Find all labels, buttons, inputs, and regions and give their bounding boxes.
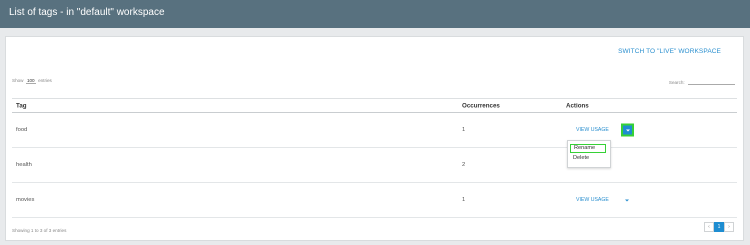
page-title: List of tags - in "default" workspace [9, 7, 165, 18]
delete-menu-item[interactable]: Delete [570, 154, 606, 162]
tags-table: Tag Occurrences Actions food 1 VIEW USAG… [12, 98, 737, 218]
search-label: Search: [668, 80, 685, 85]
search-control: Search: [669, 78, 735, 85]
pagination: ‹ 1 › [704, 222, 734, 232]
show-entries-prefix: Show [12, 78, 24, 83]
tag-name: food [16, 127, 28, 133]
search-input[interactable] [688, 78, 735, 85]
view-usage-button[interactable]: VIEW USAGE [576, 197, 609, 203]
tags-panel: SWITCH TO "LIVE" WORKSPACE Show 100 entr… [5, 36, 744, 241]
table-info: Showing 1 to 3 of 3 entries [12, 228, 67, 233]
occurrence-count: 2 [462, 162, 466, 168]
top-header-bar: List of tags - in "default" workspace [0, 0, 750, 28]
actions-dropdown-toggle[interactable] [622, 196, 631, 205]
actions-dropdown-menu: Rename Delete [567, 140, 611, 168]
tag-name: movies [16, 197, 35, 203]
column-header-actions: Actions [566, 102, 589, 109]
table-row: food 1 VIEW USAGE [12, 113, 737, 148]
view-usage-button[interactable]: VIEW USAGE [576, 127, 609, 133]
actions-dropdown-toggle[interactable] [621, 123, 634, 137]
occurrence-count: 1 [462, 197, 466, 203]
pagination-next-button[interactable]: › [724, 222, 734, 232]
caret-down-icon [624, 199, 629, 201]
rename-menu-item[interactable]: Rename [570, 144, 606, 153]
occurrence-count: 1 [462, 127, 466, 133]
caret-down-icon [625, 129, 630, 131]
pagination-page-1[interactable]: 1 [714, 222, 724, 232]
column-header-tag[interactable]: Tag [16, 102, 27, 109]
table-row: movies 1 VIEW USAGE [12, 183, 737, 218]
table-header-row: Tag Occurrences Actions [12, 98, 737, 113]
switch-workspace-link[interactable]: SWITCH TO "LIVE" WORKSPACE [618, 48, 721, 55]
table-row: health 2 [12, 148, 737, 183]
show-entries-suffix: entries [38, 78, 52, 83]
column-header-occurrences[interactable]: Occurrences [462, 102, 500, 109]
tag-name: health [16, 162, 32, 168]
pagination-prev-button[interactable]: ‹ [704, 222, 714, 232]
entries-per-page-select[interactable]: 100 [25, 78, 36, 84]
show-entries-control: Show 100 entries [12, 78, 52, 84]
